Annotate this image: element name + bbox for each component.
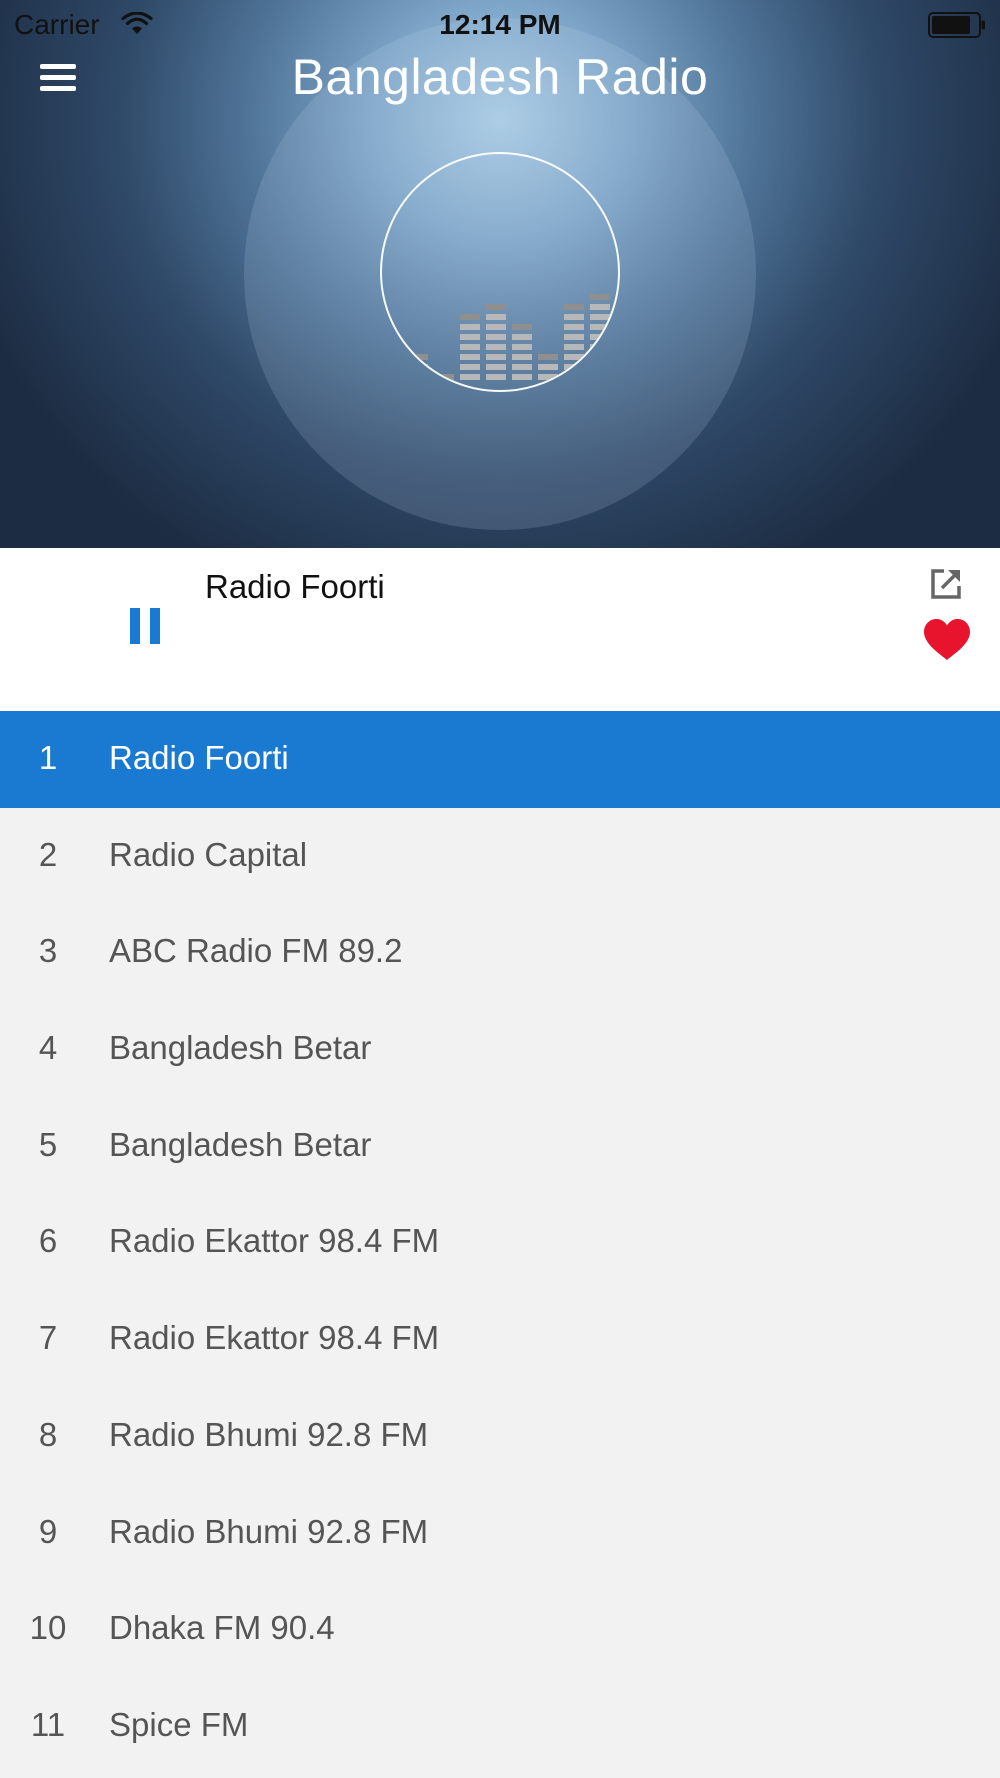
hero-header: Carrier 12:14 PM Bangladesh Radio — [0, 0, 1000, 548]
station-row[interactable]: 5 Bangladesh Betar — [0, 1098, 1000, 1195]
share-external-icon[interactable] — [928, 566, 964, 602]
now-playing-title: Radio Foorti — [205, 568, 385, 605]
station-row[interactable]: 11 Spice FM — [0, 1678, 1000, 1775]
now-playing-bar: Radio Foorti — [0, 548, 1000, 711]
station-name: Bangladesh Betar — [109, 1125, 372, 1163]
station-name: Radio Foorti — [109, 739, 289, 776]
station-number: 2 — [38, 835, 58, 873]
station-list: 1 Radio Foorti 2 Radio Capital 3 ABC Rad… — [0, 711, 1000, 1775]
station-number: 10 — [29, 1609, 67, 1647]
station-row[interactable]: 1 Radio Foorti — [0, 711, 1000, 808]
station-name: ABC Radio FM 89.2 — [109, 932, 403, 970]
station-number: 6 — [38, 1222, 58, 1260]
status-bar: Carrier 12:14 PM — [0, 0, 1000, 48]
station-number: 3 — [38, 932, 58, 970]
station-row[interactable]: 7 Radio Ekattor 98.4 FM — [0, 1291, 1000, 1388]
station-number: 11 — [30, 1705, 66, 1743]
station-row[interactable]: 6 Radio Ekattor 98.4 FM — [0, 1194, 1000, 1291]
station-name: Radio Bhumi 92.8 FM — [109, 1512, 429, 1550]
station-name: Bangladesh Betar — [109, 1029, 372, 1067]
pause-icon[interactable] — [126, 604, 166, 648]
station-row[interactable]: 10 Dhaka FM 90.4 — [0, 1581, 1000, 1678]
station-number: 4 — [38, 1029, 58, 1067]
station-row[interactable]: 8 Radio Bhumi 92.8 FM — [0, 1388, 1000, 1485]
station-number: 8 — [38, 1415, 58, 1453]
station-name: Spice FM — [109, 1705, 249, 1743]
station-number: 5 — [38, 1125, 58, 1163]
equalizer-icon — [408, 294, 610, 380]
station-row[interactable]: 3 ABC Radio FM 89.2 — [0, 904, 1000, 1001]
station-number: 1 — [38, 739, 58, 776]
station-number: 7 — [38, 1319, 58, 1357]
station-name: Dhaka FM 90.4 — [109, 1609, 335, 1647]
heart-icon[interactable] — [922, 618, 972, 662]
app-title: Bangladesh Radio — [291, 49, 709, 105]
station-row[interactable]: 9 Radio Bhumi 92.8 FM — [0, 1485, 1000, 1582]
station-name: Radio Capital — [109, 835, 308, 873]
station-row[interactable]: 2 Radio Capital — [0, 808, 1000, 905]
station-number: 9 — [38, 1512, 58, 1550]
station-name: Radio Ekattor 98.4 FM — [109, 1319, 440, 1357]
station-name: Radio Bhumi 92.8 FM — [109, 1415, 429, 1453]
battery-icon — [928, 12, 985, 38]
station-artwork — [380, 152, 620, 392]
status-time: 12:14 PM — [439, 9, 561, 40]
station-row[interactable]: 4 Bangladesh Betar — [0, 1001, 1000, 1098]
station-name: Radio Ekattor 98.4 FM — [109, 1222, 440, 1260]
